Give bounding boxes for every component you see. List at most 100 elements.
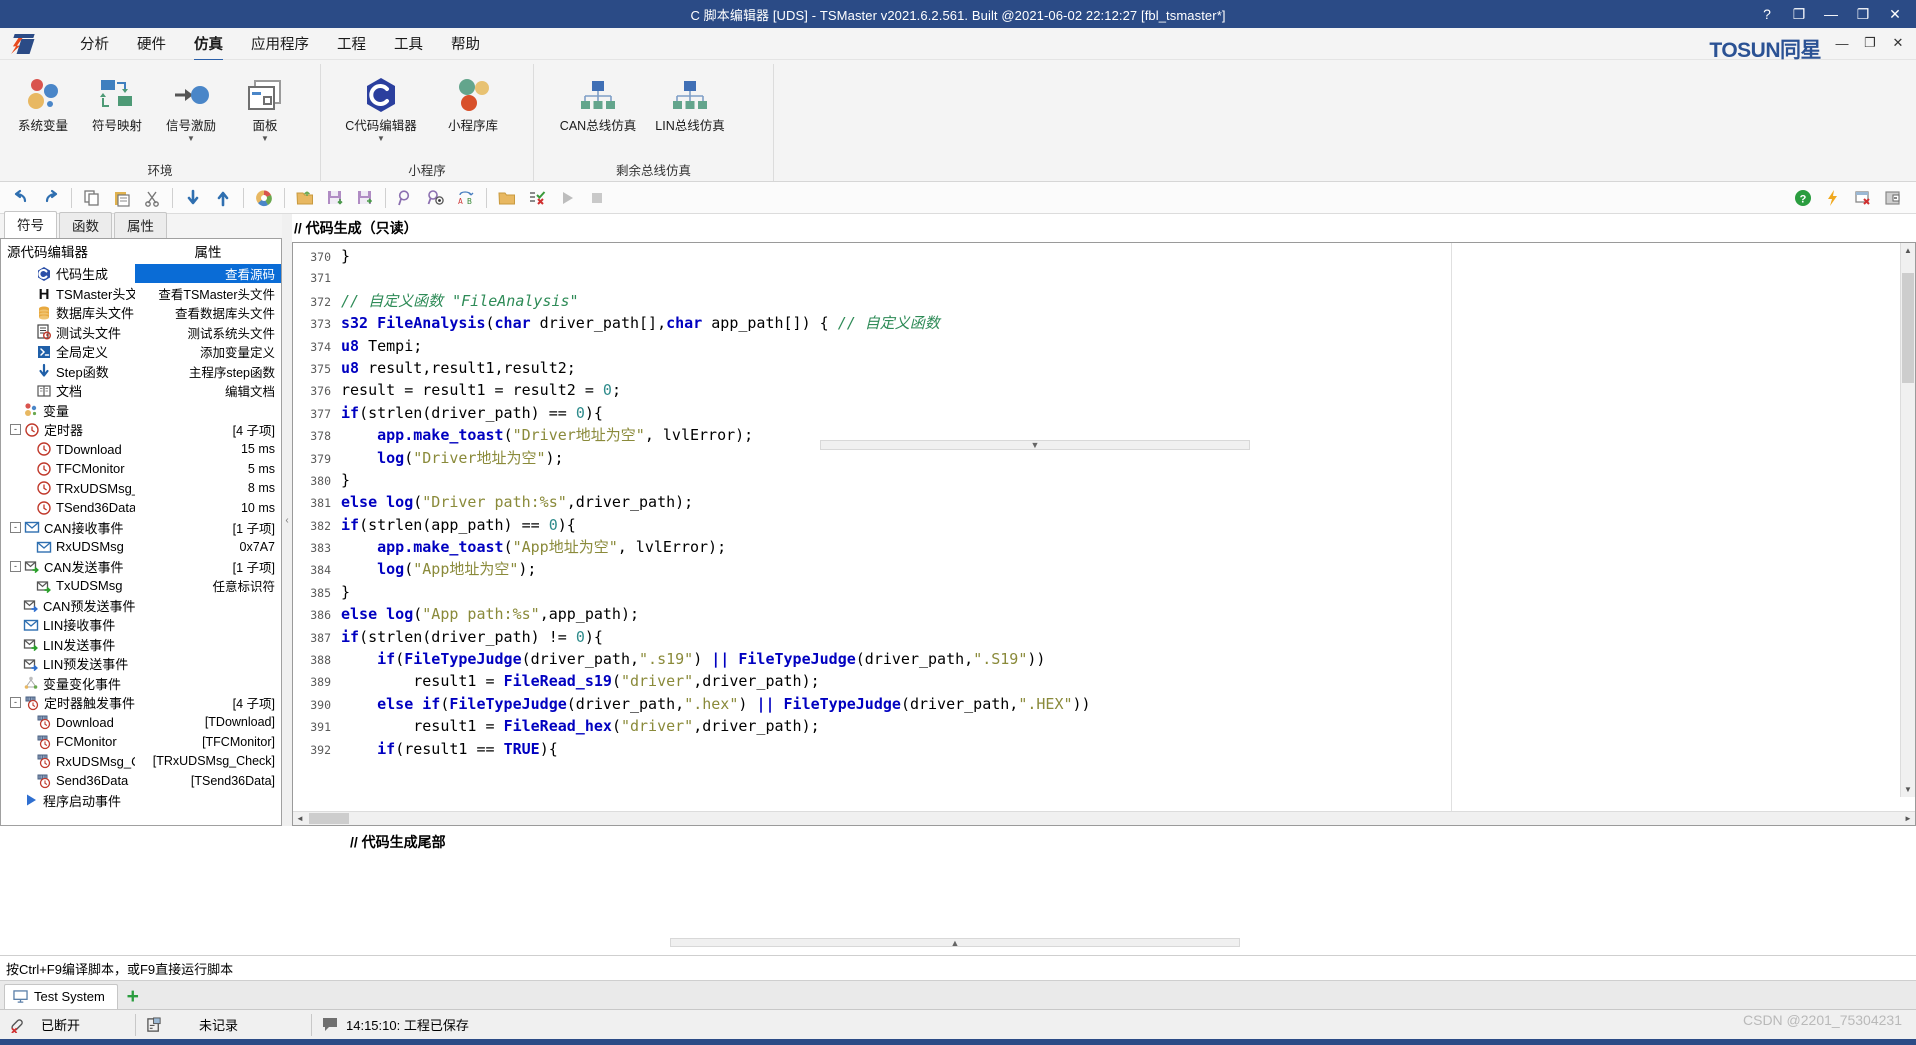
- menu-item-analysis[interactable]: 分析: [66, 27, 123, 60]
- help-icon[interactable]: ?: [1790, 185, 1816, 211]
- tree-row[interactable]: LIN接收事件: [1, 615, 281, 635]
- close-window-icon[interactable]: [1850, 185, 1876, 211]
- stop-icon[interactable]: [584, 185, 610, 211]
- symbol-tree[interactable]: 源代码编辑器 属性 代码生成 查看源码 H TSMaster头文件 查看TSMaster…: [0, 238, 282, 826]
- tree-row[interactable]: 变量: [1, 401, 281, 421]
- inner-minimize-button[interactable]: —: [1828, 31, 1856, 55]
- replace-icon[interactable]: AB: [453, 185, 479, 211]
- code-line[interactable]: 371: [293, 267, 1915, 289]
- save-icon[interactable]: [322, 185, 348, 211]
- find-next-icon[interactable]: [423, 185, 449, 211]
- flash-icon[interactable]: [1820, 185, 1846, 211]
- scroll-down-arrow[interactable]: ▼: [1901, 782, 1915, 797]
- tab-properties[interactable]: 属性: [114, 212, 167, 238]
- tree-row[interactable]: TRxUDSMsg_Ch 8 ms: [1, 479, 281, 499]
- tree-row[interactable]: CAN预发送事件: [1, 596, 281, 616]
- paste-icon[interactable]: [109, 185, 135, 211]
- tree-row[interactable]: 文档 编辑文档: [1, 381, 281, 401]
- code-line[interactable]: 390 else if(FileTypeJudge(driver_path,".…: [293, 693, 1915, 715]
- code-line[interactable]: 383 app.make_toast("App地址为空", lvlError);: [293, 536, 1915, 558]
- tree-row[interactable]: RxUDSMsg 0x7A7: [1, 537, 281, 557]
- maximize-button[interactable]: ❐: [1848, 1, 1878, 27]
- tree-row[interactable]: Step函数 主程序step函数: [1, 362, 281, 382]
- code-line[interactable]: 391 result1 = FileRead_hex("driver",driv…: [293, 715, 1915, 737]
- tree-row[interactable]: LIN预发送事件: [1, 654, 281, 674]
- tree-row[interactable]: 程序启动事件: [1, 791, 281, 811]
- ribbon-button-signal-stimulus[interactable]: 信号激励 ▼: [154, 68, 228, 143]
- open-file-icon[interactable]: [292, 185, 318, 211]
- undo-icon[interactable]: [8, 185, 34, 211]
- ribbon-button-c-code-editor[interactable]: C代码编辑器 ▼: [335, 68, 427, 143]
- code-line[interactable]: 384 log("App地址为空");: [293, 558, 1915, 580]
- code-line[interactable]: 385}: [293, 581, 1915, 603]
- tree-row[interactable]: Send36Data [TSend36Data]: [1, 771, 281, 791]
- status-record[interactable]: 未记录: [136, 1010, 311, 1040]
- tree-row[interactable]: TxUDSMsg 任意标识符: [1, 576, 281, 596]
- chevron-down-icon[interactable]: ▼: [377, 134, 385, 143]
- scroll-left-arrow[interactable]: ◄: [293, 814, 307, 823]
- menu-item-project[interactable]: 工程: [323, 27, 380, 60]
- color-wheel-icon[interactable]: [251, 185, 277, 211]
- run-icon[interactable]: [554, 185, 580, 211]
- inner-restore-button[interactable]: ❐: [1856, 31, 1884, 55]
- scroll-right-arrow[interactable]: ►: [1901, 814, 1915, 823]
- menu-item-application[interactable]: 应用程序: [237, 27, 323, 60]
- scroll-up-arrow[interactable]: ▲: [1901, 243, 1915, 258]
- tab-symbols[interactable]: 符号: [4, 211, 57, 238]
- vertical-splitter[interactable]: ‹: [282, 214, 292, 826]
- tree-expander[interactable]: -: [10, 697, 21, 709]
- tree-row[interactable]: TSend36Data 10 ms: [1, 498, 281, 518]
- tree-row[interactable]: LIN发送事件: [1, 635, 281, 655]
- tree-expander[interactable]: -: [10, 424, 21, 436]
- open-folder-icon[interactable]: [494, 185, 520, 211]
- tree-row[interactable]: 测试头文件 测试系统头文件: [1, 323, 281, 343]
- tree-row[interactable]: - 定时器触发事件 [4 子项]: [1, 693, 281, 713]
- code-lines[interactable]: 370} 371 372 // 自定义函数 "FileAnalysis" 373 s32 …: [293, 243, 1915, 760]
- tree-row[interactable]: FCMonitor [TFCMonitor]: [1, 732, 281, 752]
- code-vertical-scrollbar[interactable]: ▲ ▼: [1900, 243, 1915, 797]
- ribbon-button-can-bus-simulation[interactable]: CAN总线仿真: [552, 68, 644, 134]
- tree-row[interactable]: - 定时器 [4 子项]: [1, 420, 281, 440]
- tree-row[interactable]: - CAN接收事件 [1 子项]: [1, 518, 281, 538]
- chevron-down-icon[interactable]: ▼: [187, 134, 195, 143]
- ribbon-button-lin-bus-simulation[interactable]: LIN总线仿真: [644, 68, 736, 134]
- chevron-down-icon[interactable]: ▼: [261, 134, 269, 143]
- code-horizontal-scrollbar[interactable]: ◄ ►: [293, 811, 1915, 825]
- horizontal-splitter-bottom[interactable]: ▲: [670, 938, 1240, 948]
- code-line[interactable]: 386 else log("App path:%s",app_path);: [293, 603, 1915, 625]
- code-line[interactable]: 388 if(FileTypeJudge(driver_path,".s19")…: [293, 648, 1915, 670]
- code-scroll-area[interactable]: 370} 371 372 // 自定义函数 "FileAnalysis" 373 s32 …: [293, 243, 1915, 811]
- tab-test-system[interactable]: Test System: [4, 984, 118, 1009]
- code-editor[interactable]: 370} 371 372 // 自定义函数 "FileAnalysis" 373 s32 …: [292, 242, 1916, 826]
- find-icon[interactable]: [393, 185, 419, 211]
- tree-row[interactable]: 变量变化事件: [1, 674, 281, 694]
- tree-expander[interactable]: -: [10, 560, 21, 572]
- code-line[interactable]: 377 if(strlen(driver_path) == 0){: [293, 402, 1915, 424]
- move-down-icon[interactable]: [180, 185, 206, 211]
- menu-item-tools[interactable]: 工具: [380, 27, 437, 60]
- minimize-button[interactable]: —: [1816, 1, 1846, 27]
- tree-row[interactable]: 代码生成 查看源码: [1, 264, 281, 284]
- cut-icon[interactable]: [139, 185, 165, 211]
- tree-row[interactable]: - CAN发送事件 [1 子项]: [1, 557, 281, 577]
- code-line[interactable]: 376 result = result1 = result2 = 0;: [293, 379, 1915, 401]
- move-up-icon[interactable]: [210, 185, 236, 211]
- code-line[interactable]: 380}: [293, 469, 1915, 491]
- close-button[interactable]: ✕: [1880, 1, 1910, 27]
- ribbon-button-miniprogram-library[interactable]: 小程序库: [427, 68, 519, 134]
- code-line[interactable]: 373 s32 FileAnalysis(char driver_path[],c…: [293, 312, 1915, 334]
- code-line[interactable]: 387 if(strlen(driver_path) != 0){: [293, 626, 1915, 648]
- tree-row[interactable]: Download [TDownload]: [1, 713, 281, 733]
- tree-row[interactable]: 数据库头文件 查看数据库头文件: [1, 303, 281, 323]
- code-line[interactable]: 372 // 自定义函数 "FileAnalysis": [293, 290, 1915, 312]
- tree-body[interactable]: 代码生成 查看源码 H TSMaster头文件 查看TSMaster头文件数据库头文件 查…: [1, 264, 281, 810]
- menu-item-hardware[interactable]: 硬件: [123, 27, 180, 60]
- ribbon-button-panel[interactable]: 面板 ▼: [228, 68, 302, 143]
- status-connection[interactable]: 已断开: [0, 1010, 135, 1040]
- menu-item-simulation[interactable]: 仿真: [180, 27, 237, 61]
- code-line[interactable]: 382 if(strlen(app_path) == 0){: [293, 514, 1915, 536]
- restore-window-icon[interactable]: [1880, 185, 1906, 211]
- help-button[interactable]: ?: [1752, 1, 1782, 27]
- menu-item-help[interactable]: 帮助: [437, 27, 494, 60]
- code-line[interactable]: 374 u8 Tempi;: [293, 335, 1915, 357]
